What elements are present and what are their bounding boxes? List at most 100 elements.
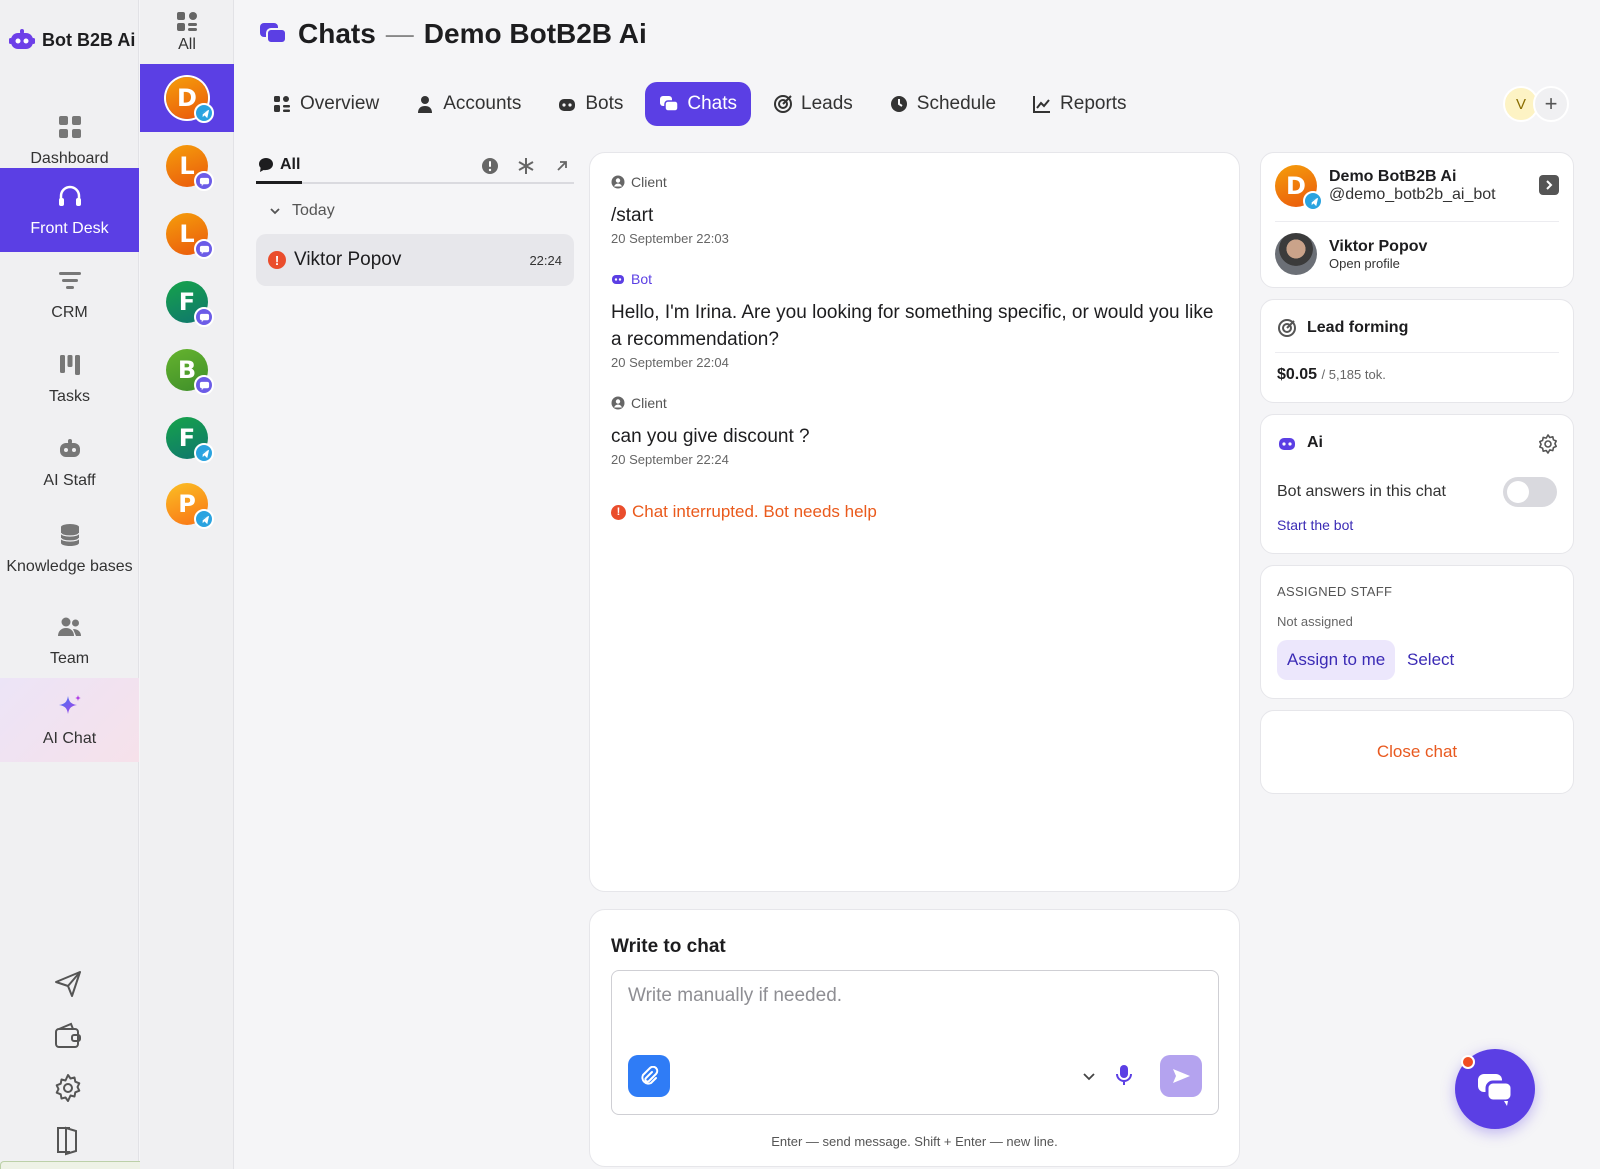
- tab-chats[interactable]: Chats: [645, 82, 752, 126]
- chevron-right-icon: [1546, 180, 1553, 190]
- group-today[interactable]: Today: [256, 202, 574, 220]
- alert-icon: [482, 158, 498, 174]
- nav-label: Dashboard: [30, 149, 109, 167]
- target-icon: [774, 95, 793, 113]
- nav-ai-chat[interactable]: AI Chat: [0, 678, 139, 762]
- nav-send[interactable]: [50, 966, 86, 1002]
- account-item[interactable]: F: [140, 404, 234, 472]
- account-avatar: B: [166, 349, 214, 395]
- bot-profile[interactable]: D Demo BotB2B Ai @demo_botb2b_ai_bot: [1275, 165, 1496, 211]
- account-avatar: F: [166, 417, 214, 463]
- expand-button[interactable]: [552, 156, 572, 176]
- filter-frozen[interactable]: [516, 156, 536, 176]
- snowflake-icon: [518, 158, 534, 174]
- add-member-button[interactable]: +: [1533, 86, 1569, 122]
- account-item[interactable]: D: [140, 64, 234, 132]
- chevron-down-icon[interactable]: [1080, 1067, 1098, 1085]
- message: Client /start 20 September 22:03: [611, 174, 1219, 246]
- nav-tasks[interactable]: Tasks: [0, 336, 139, 420]
- chat-time: 22:24: [529, 252, 562, 268]
- nav-front-desk[interactable]: Front Desk: [0, 168, 139, 252]
- tab-accounts[interactable]: Accounts: [401, 82, 535, 126]
- tab-label: Accounts: [443, 93, 522, 114]
- send-button[interactable]: [1160, 1055, 1202, 1097]
- nav-settings[interactable]: [50, 1070, 86, 1106]
- interrupt-text: Chat interrupted. Bot needs help: [632, 502, 877, 521]
- assign-to-me-button[interactable]: Assign to me: [1277, 640, 1396, 680]
- client-profile[interactable]: Viktor Popov Open profile: [1275, 233, 1427, 275]
- filter-alerts[interactable]: [480, 156, 500, 176]
- support-chat-button[interactable]: [1455, 1049, 1535, 1129]
- nav-ai-staff[interactable]: AI Staff: [0, 420, 139, 504]
- message-time: 20 September 22:03: [611, 231, 729, 246]
- message: Bot Hello, I'm Irina. Are you looking fo…: [611, 271, 1219, 370]
- page-title: Chats — Demo BotB2B Ai: [258, 18, 647, 50]
- nav-crm[interactable]: CRM: [0, 252, 139, 336]
- tab-overview[interactable]: Overview: [258, 82, 393, 126]
- chat-filter-icons: [480, 156, 572, 176]
- lead-cost: $0.05 / 5,185 tok.: [1277, 366, 1386, 384]
- telegram-icon: [1303, 191, 1323, 211]
- account-item[interactable]: L: [140, 132, 234, 200]
- telegram-icon: [194, 443, 214, 463]
- robot-icon: [59, 438, 80, 457]
- message-input[interactable]: [628, 985, 1198, 1045]
- staff-status: Not assigned: [1277, 614, 1353, 629]
- microphone-icon[interactable]: [1112, 1063, 1136, 1087]
- message-text: /start: [611, 205, 654, 226]
- select-staff-button[interactable]: Select: [1407, 640, 1454, 680]
- message-text: Hello, I'm Irina. Are you looking for so…: [611, 302, 1214, 350]
- nav-logout[interactable]: [50, 1122, 86, 1158]
- start-bot-link[interactable]: Start the bot: [1277, 517, 1353, 533]
- gear-icon[interactable]: [1537, 433, 1559, 455]
- chat-contact-name: Viktor Popov: [294, 249, 402, 270]
- account-item[interactable]: L: [140, 200, 234, 268]
- tab-reports[interactable]: Reports: [1018, 82, 1141, 126]
- staff-title: ASSIGNED STAFF: [1277, 584, 1393, 599]
- nav-label: AI Staff: [43, 471, 96, 489]
- tab-bots[interactable]: Bots: [543, 82, 637, 126]
- arrow-up-right-icon: [557, 161, 567, 171]
- ai-title: Ai: [1277, 433, 1323, 453]
- message-role: Client: [611, 174, 1219, 190]
- nav-wallet[interactable]: [50, 1018, 86, 1054]
- conversation-panel: Client /start 20 September 22:03 Bot Hel…: [589, 152, 1240, 892]
- bot-avatar: D: [1275, 165, 1323, 211]
- section-tabs: Overview Accounts Bots Chats Leads Sched…: [258, 82, 1141, 126]
- bot-answers-toggle[interactable]: [1503, 477, 1557, 507]
- tab-leads[interactable]: Leads: [759, 82, 867, 126]
- account-avatar: P: [166, 483, 214, 529]
- chats-icon: [260, 23, 287, 44]
- attach-button[interactable]: [628, 1055, 670, 1097]
- filter-all[interactable]: All: [256, 148, 303, 184]
- alert-icon: !: [268, 251, 286, 269]
- account-item[interactable]: B: [140, 336, 234, 404]
- tab-schedule[interactable]: Schedule: [875, 82, 1010, 126]
- page-subtitle: Demo BotB2B Ai: [423, 18, 647, 49]
- composer: Write to chat Enter — send message. Shif…: [589, 909, 1240, 1167]
- composer-box: [611, 970, 1219, 1115]
- chat-channel-icon: [194, 239, 214, 259]
- nav-label: Knowledge bases: [6, 557, 133, 575]
- grid-icon: [177, 12, 197, 31]
- chat-row[interactable]: ! Viktor Popov 22:24: [256, 234, 574, 286]
- nav-team[interactable]: Team: [0, 598, 139, 682]
- settings-icon: [55, 1074, 81, 1102]
- open-profile-link[interactable]: Open profile: [1329, 256, 1427, 271]
- account-item[interactable]: F: [140, 268, 234, 336]
- brand-logo[interactable]: Bot B2B Ai: [8, 26, 135, 54]
- tab-label: Schedule: [916, 93, 997, 114]
- send-icon: [1173, 1069, 1190, 1083]
- composer-hint: Enter — send message. Shift + Enter — ne…: [771, 1134, 1058, 1149]
- avatar-letter: F: [178, 288, 196, 316]
- sparkle-icon: [58, 694, 81, 714]
- account-item[interactable]: P: [140, 470, 234, 538]
- close-chat-button[interactable]: Close chat: [1261, 711, 1573, 793]
- notification-dot: [1461, 1055, 1475, 1069]
- nav-knowledge-bases[interactable]: Knowledge bases: [0, 500, 139, 596]
- accounts-all[interactable]: All: [140, 0, 234, 64]
- open-bot-button[interactable]: [1539, 175, 1559, 195]
- client-icon: [611, 175, 625, 189]
- tab-label: Chats: [687, 93, 738, 114]
- paperclip-icon: [641, 1066, 659, 1085]
